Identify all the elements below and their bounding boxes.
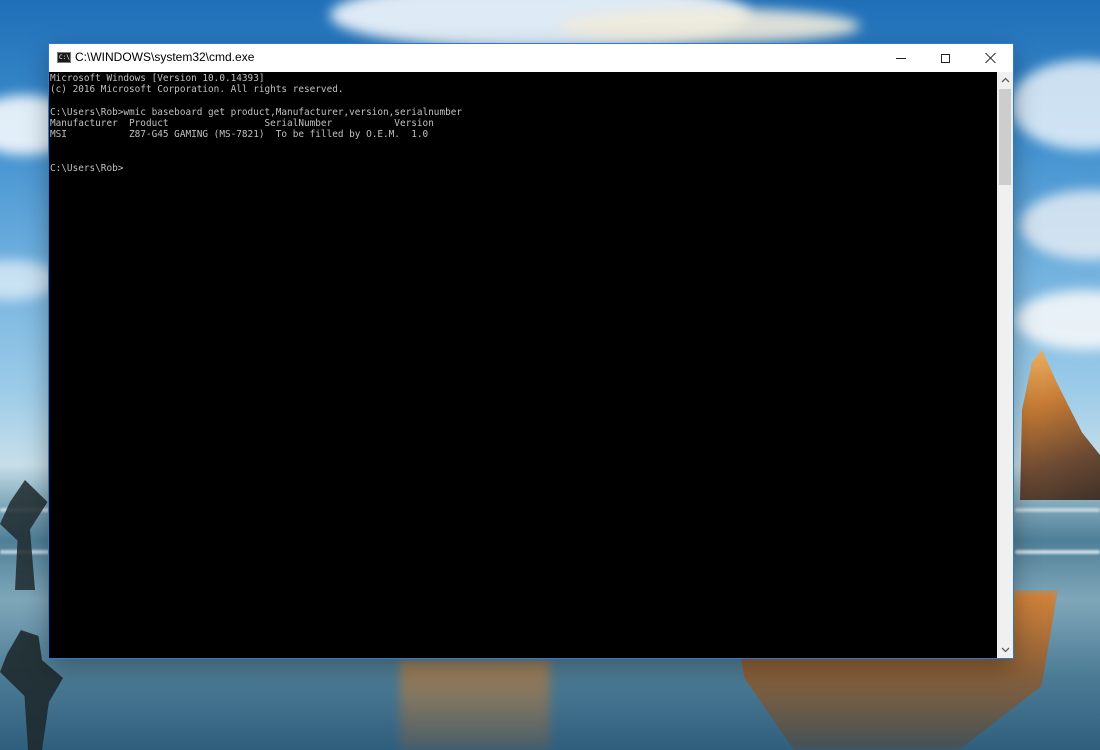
console-text[interactable]: Microsoft Windows [Version 10.0.14393] (… [49,72,997,175]
wallpaper-cloud [1010,60,1100,150]
title-bar[interactable]: C:\ C:\WINDOWS\system32\cmd.exe [49,44,1013,72]
wallpaper-cloud [1020,190,1100,260]
wallpaper-figure [0,480,48,590]
window-title: C:\WINDOWS\system32\cmd.exe [75,50,255,64]
scroll-up-button[interactable] [997,72,1013,88]
vertical-scrollbar[interactable] [997,72,1013,658]
wallpaper-cloud [1015,290,1100,350]
close-icon [985,52,997,64]
scroll-down-button[interactable] [997,642,1013,658]
wallpaper-wave [1015,508,1100,512]
console-line: C:\Users\Rob>wmic baseboard get product,… [50,106,463,118]
close-button[interactable] [968,44,1013,72]
wallpaper-wave [1015,550,1100,554]
console-line: Manufacturer Product SerialNumber Versio… [50,118,434,130]
console-line: (c) 2016 Microsoft Corporation. All righ… [50,84,344,96]
cmd-window[interactable]: C:\ C:\WINDOWS\system32\cmd.exe Microsof… [49,44,1013,658]
console-line: C:\Users\Rob> [50,163,124,175]
chevron-down-icon [1001,647,1009,653]
cmd-icon[interactable]: C:\ [57,52,71,63]
minimize-button[interactable] [878,44,923,72]
chevron-up-icon [1001,77,1009,83]
console-line: MSI Z87-G45 GAMING (MS-7821) To be fille… [50,129,429,141]
maximize-button[interactable] [923,44,968,72]
console-output[interactable]: Microsoft Windows [Version 10.0.14393] (… [49,72,997,658]
scroll-thumb[interactable] [999,89,1011,185]
wallpaper-cloud [560,8,860,44]
console-line: Microsoft Windows [Version 10.0.14393] [50,73,265,84]
minimize-icon [895,57,906,59]
maximize-icon [941,53,950,63]
wallpaper-rock [1020,350,1100,500]
wallpaper-shore-reflection [400,660,550,750]
